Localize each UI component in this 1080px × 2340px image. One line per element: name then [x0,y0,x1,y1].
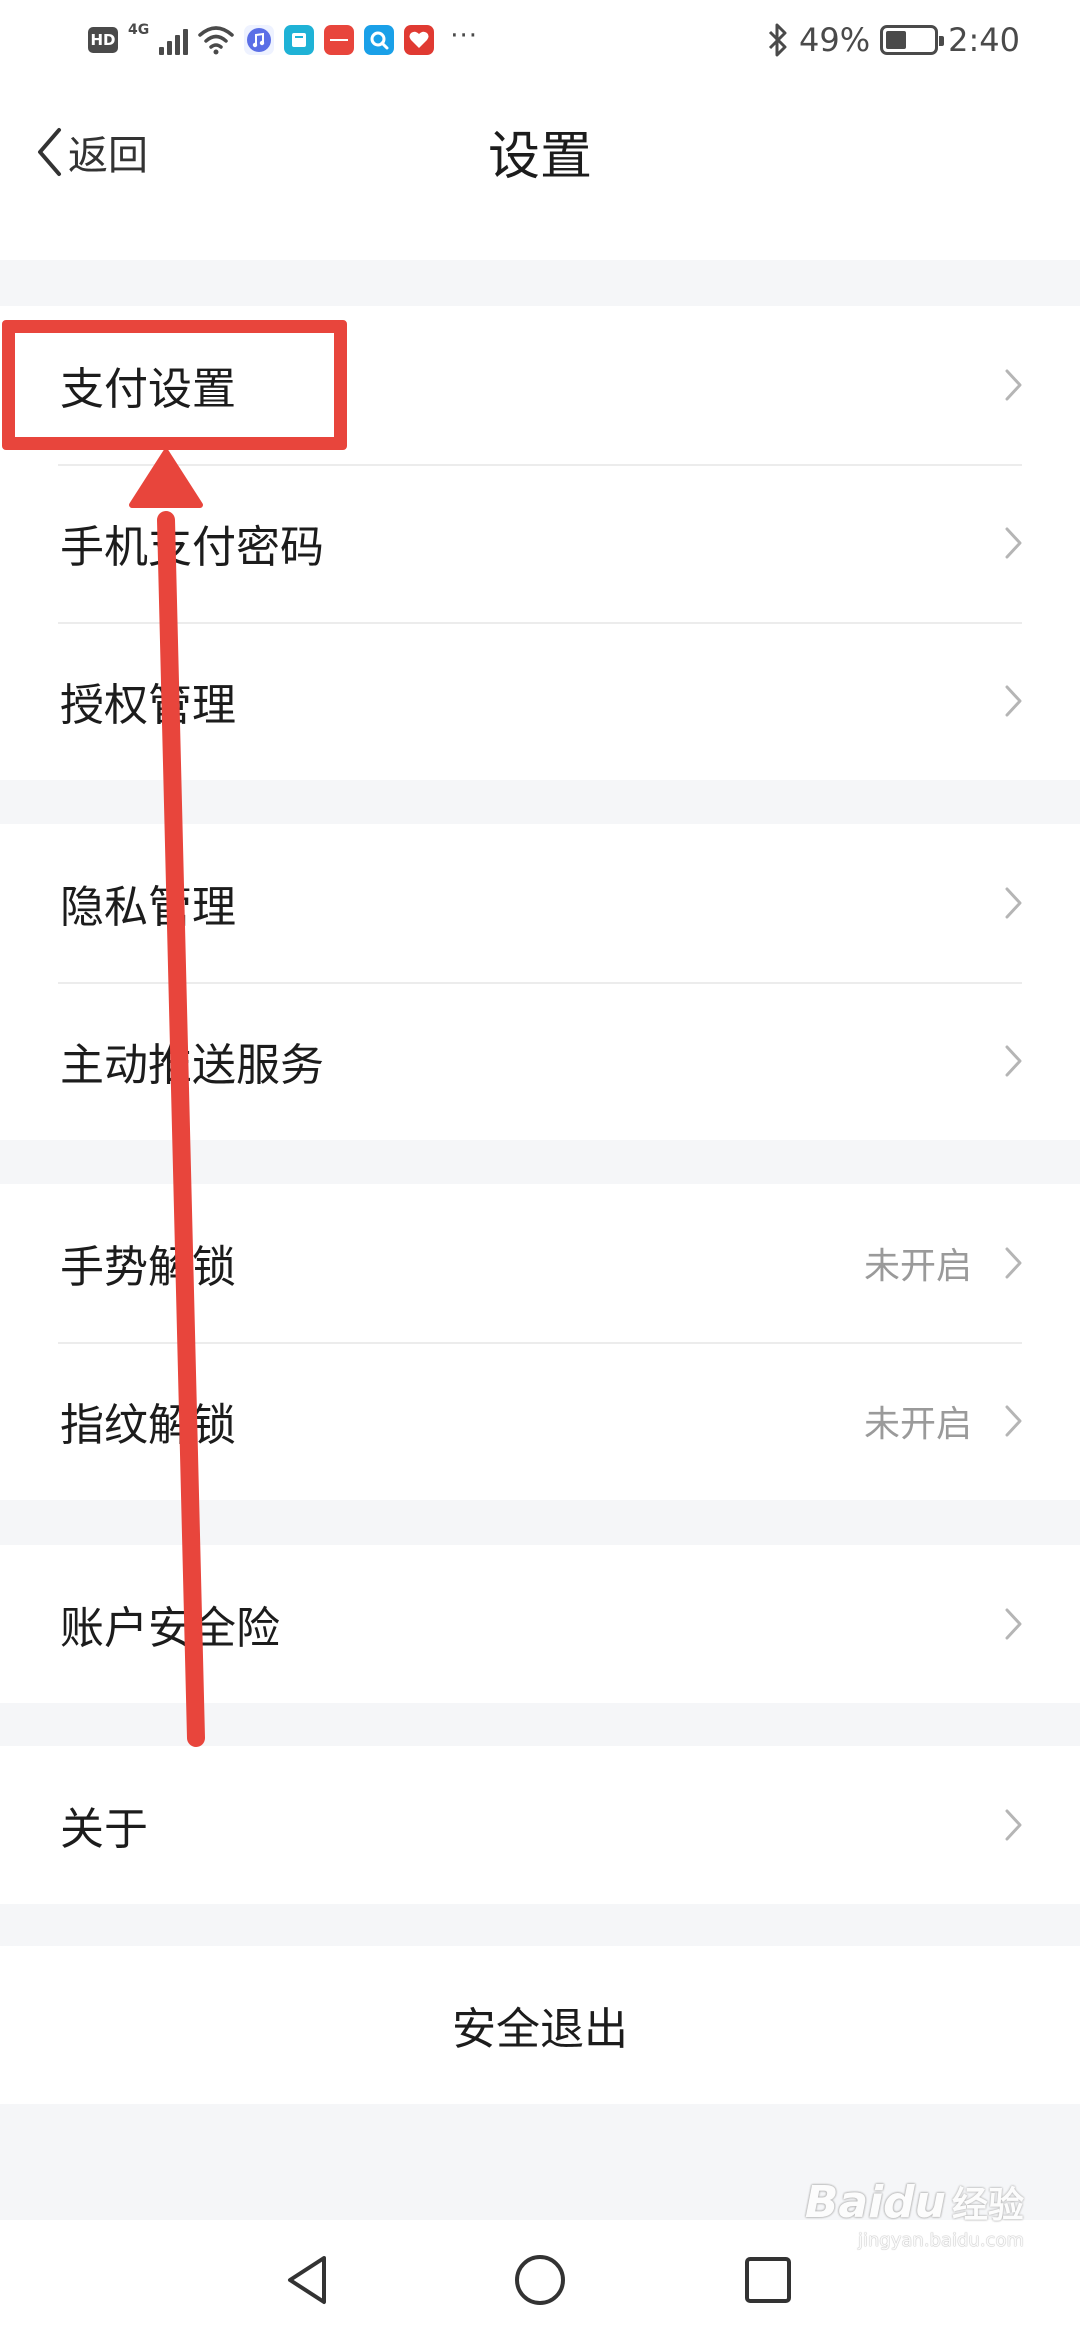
nav-header: 返回 设置 [0,80,1080,260]
clock: 2:40 [948,21,1020,59]
status-left: HD 4G ··· [88,20,478,60]
settings-group-about: 关于 [0,1746,1080,1904]
recents-square-icon[interactable] [738,2250,798,2310]
settings-group-insurance: 账户安全险 [0,1545,1080,1703]
status-bar: HD 4G ··· 49% 2:40 [0,0,1080,80]
huawei-icon [324,25,355,55]
logout-label: 安全退出 [452,2004,628,2055]
chevron-right-icon [1005,1045,1022,1077]
search-app-icon [364,25,395,55]
about-row[interactable]: 关于 [0,1746,1080,1904]
chevron-right-icon [1005,685,1022,717]
bluetooth-icon [768,23,787,57]
logout-button[interactable]: 安全退出 [0,1946,1080,2104]
book-icon [284,25,315,55]
row-label: 隐私管理 [60,882,236,933]
network-type: 4G [128,22,150,38]
status-value: 未开启 [863,1246,972,1287]
authorization-management-row[interactable]: 授权管理 [0,622,1080,780]
battery-percent: 49% [799,21,871,59]
chevron-right-icon [1005,369,1022,401]
fingerprint-unlock-row[interactable]: 指纹解锁 未开启 [0,1342,1080,1500]
chevron-right-icon [1005,1809,1022,1841]
settings-group-unlock: 手势解锁 未开启 指纹解锁 未开启 [0,1184,1080,1500]
privacy-management-row[interactable]: 隐私管理 [0,824,1080,982]
back-triangle-icon[interactable] [278,2250,338,2310]
signal-icon [159,25,189,55]
status-right: 49% 2:40 [767,18,1020,62]
row-label: 主动推送服务 [60,1040,324,1091]
gesture-unlock-row[interactable]: 手势解锁 未开启 [0,1184,1080,1342]
wifi-icon [198,26,234,55]
battery-icon [880,25,945,55]
row-label: 授权管理 [60,680,236,731]
page-title: 设置 [487,127,592,187]
row-label: 关于 [60,1804,148,1855]
row-label: 指纹解锁 [60,1400,236,1451]
chevron-right-icon [1005,527,1022,559]
row-label: 手势解锁 [60,1242,236,1293]
account-insurance-row[interactable]: 账户安全险 [0,1545,1080,1703]
chevron-right-icon [1005,1247,1022,1279]
battery-tip [939,36,945,46]
home-circle-icon[interactable] [510,2250,570,2310]
chevron-right-icon [1005,1405,1022,1437]
music-icon [244,25,275,55]
system-navigation-bar [0,2220,1080,2340]
more-icon: ··· [450,21,479,51]
chevron-right-icon [1005,1608,1022,1640]
chevron-right-icon [1005,887,1022,919]
mobile-payment-password-row[interactable]: 手机支付密码 [0,464,1080,622]
row-label: 账户安全险 [60,1603,280,1654]
payment-settings-row[interactable]: 支付设置 [0,306,1080,464]
settings-group-privacy: 隐私管理 主动推送服务 [0,824,1080,1140]
settings-group-payment: 支付设置 手机支付密码 授权管理 [0,306,1080,780]
heart-app-icon [404,25,435,55]
row-label: 支付设置 [60,364,236,415]
row-label: 手机支付密码 [60,522,324,573]
push-service-row[interactable]: 主动推送服务 [0,982,1080,1140]
battery-level [886,31,906,49]
status-value: 未开启 [863,1404,972,1445]
hd-icon: HD [88,27,118,53]
